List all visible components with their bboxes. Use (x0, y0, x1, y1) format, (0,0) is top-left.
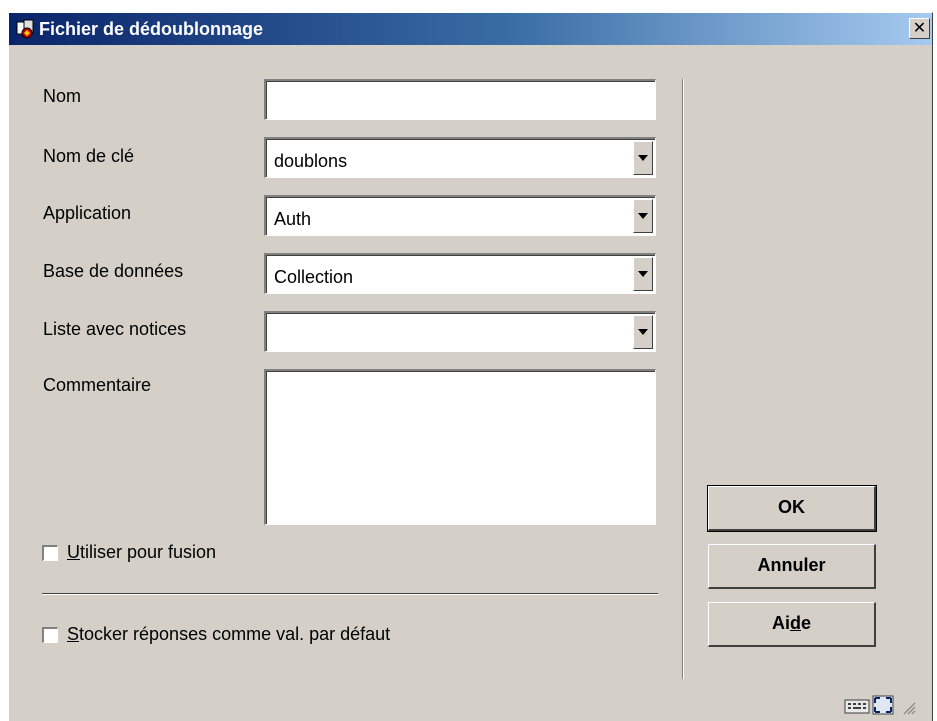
commentaire-label: Commentaire (43, 375, 152, 395)
aide-mnemonic: d (789, 613, 801, 633)
dropdown-arrow-icon[interactable] (633, 199, 653, 233)
horizontal-divider (42, 593, 658, 595)
aide-before: Ai (771, 613, 790, 633)
stocker-label-rest: tocker réponses comme val. par défaut (79, 624, 391, 644)
application-label: Application (43, 203, 132, 223)
status-icons (830, 695, 920, 717)
title-bar[interactable]: Fichier de dédoublonnage ✕ (9, 13, 932, 45)
application-select[interactable]: Auth (264, 195, 656, 236)
dialog-window: Fichier de dédoublonnage ✕ Nom Nom de cl… (8, 12, 933, 721)
keyboard-icon[interactable] (844, 697, 870, 715)
maximize-icon[interactable] (872, 695, 894, 715)
nom-input[interactable] (264, 79, 656, 120)
app-icon (16, 19, 34, 39)
vertical-divider (682, 79, 684, 679)
base-de-donnees-value: Collection (274, 267, 354, 287)
liste-avec-notices-select[interactable] (264, 311, 656, 352)
resize-grip-icon[interactable] (902, 701, 916, 715)
stocker-mnemonic: S (67, 624, 80, 644)
nom-de-cle-label: Nom de clé (43, 146, 135, 166)
liste-avec-notices-label: Liste avec notices (43, 319, 187, 339)
aide-button[interactable]: Aide (708, 602, 876, 647)
application-value: Auth (274, 209, 312, 229)
nom-label: Nom (43, 86, 82, 106)
base-de-donnees-label: Base de données (43, 261, 184, 281)
annuler-button[interactable]: Annuler (708, 544, 876, 589)
nom-de-cle-select[interactable]: doublons (264, 137, 656, 178)
stocker-checkbox-label[interactable]: Stocker réponses comme val. par défaut (67, 624, 390, 645)
commentaire-textarea[interactable] (264, 369, 656, 525)
dropdown-arrow-icon[interactable] (633, 315, 653, 349)
fusion-label-rest: tiliser pour fusion (80, 542, 217, 562)
stocker-checkbox[interactable] (42, 627, 58, 643)
base-de-donnees-select[interactable]: Collection (264, 253, 656, 294)
ok-button[interactable]: OK (707, 485, 877, 532)
aide-after: e (800, 613, 811, 633)
dropdown-arrow-icon[interactable] (633, 141, 653, 175)
fusion-checkbox[interactable] (42, 545, 58, 561)
window-title: Fichier de dédoublonnage (39, 19, 264, 39)
nom-de-cle-value: doublons (274, 151, 348, 171)
close-icon[interactable]: ✕ (909, 18, 930, 39)
dropdown-arrow-icon[interactable] (633, 257, 653, 291)
fusion-checkbox-label[interactable]: Utiliser pour fusion (67, 542, 216, 563)
fusion-mnemonic: U (67, 542, 80, 562)
